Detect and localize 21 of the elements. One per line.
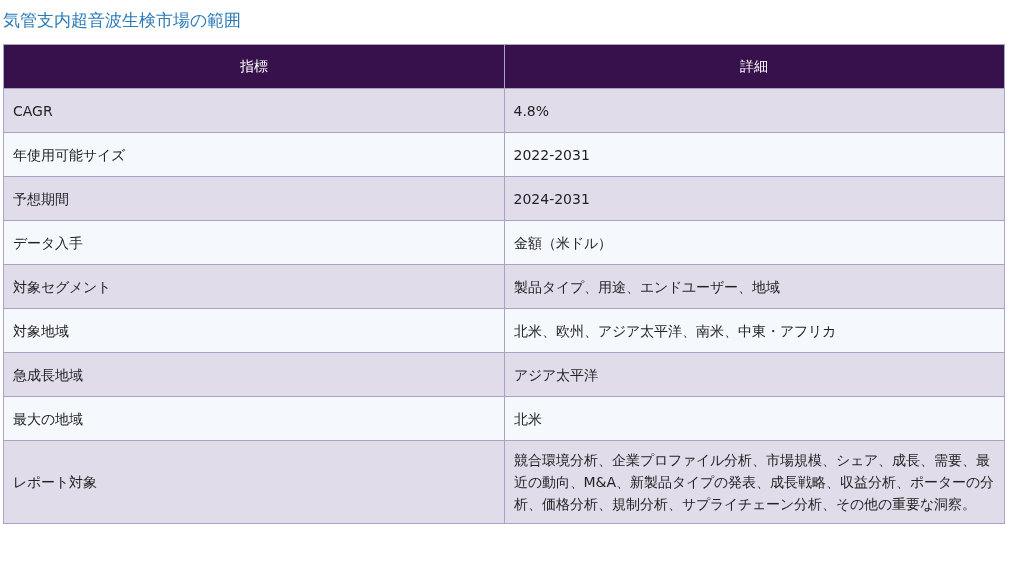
table-cell: 予想期間	[3, 176, 504, 221]
table-cell: 最大の地域	[3, 396, 504, 441]
table-cell: データ入手	[3, 220, 504, 265]
table-cell: 対象地域	[3, 308, 504, 353]
table-cell: 北米、欧州、アジア太平洋、南米、中東・アフリカ	[504, 308, 1005, 353]
table-cell: 2024-2031	[504, 176, 1005, 221]
section-title: 気管支内超音波生検市場の範囲	[3, 9, 242, 32]
table-cell: 2022-2031	[504, 132, 1005, 177]
table-cell: 北米	[504, 396, 1005, 441]
table-cell: 年使用可能サイズ	[3, 132, 504, 177]
table-cell: レポート対象	[3, 440, 504, 524]
table-cell: 急成長地域	[3, 352, 504, 397]
table-cell: 4.8%	[504, 88, 1005, 133]
table-cell: CAGR	[3, 88, 504, 133]
column-header: 詳細	[504, 44, 1005, 89]
table-cell: アジア太平洋	[504, 352, 1005, 397]
table-cell: 対象セグメント	[3, 264, 504, 309]
table-cell: 製品タイプ、用途、エンドユーザー、地域	[504, 264, 1005, 309]
column-header: 指標	[3, 44, 504, 89]
table-cell: 競合環境分析、企業プロファイル分析、市場規模、シェア、成長、需要、最近の動向、M&A、新製品タイプの発表、成長戦略、収益分析、ポーターの分析、価格分析、規制分析、サプライチェーン分析、その他の重要な洞察。	[504, 440, 1005, 524]
table-cell: 金額（米ドル）	[504, 220, 1005, 265]
